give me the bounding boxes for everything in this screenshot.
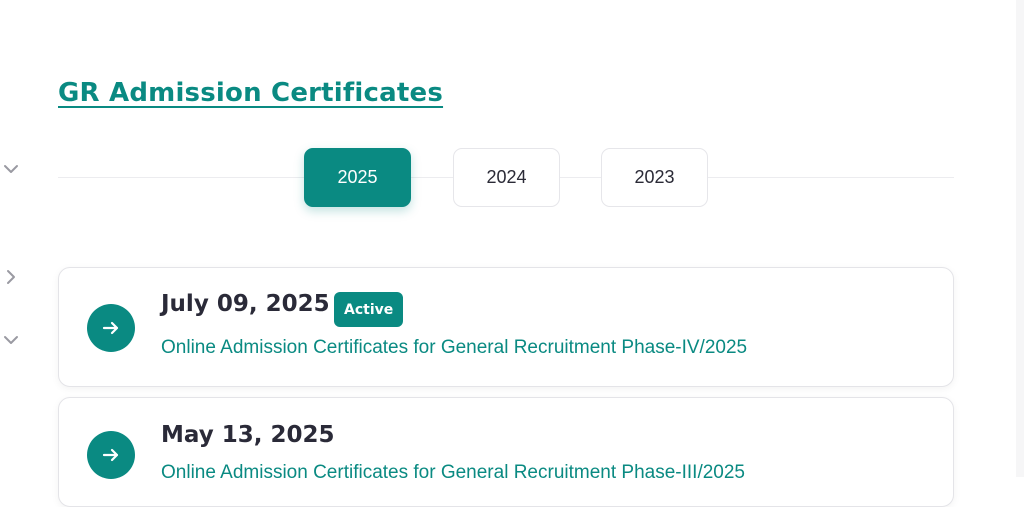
certificate-date: July 09, 2025: [161, 291, 330, 317]
certificate-date: May 13, 2025: [161, 422, 335, 448]
status-badge: Active: [334, 292, 404, 327]
tab-2025[interactable]: 2025: [304, 148, 411, 207]
chevron-right-icon[interactable]: [2, 268, 20, 286]
chevron-down-icon[interactable]: [2, 331, 20, 349]
arrow-right-icon[interactable]: [87, 431, 135, 479]
arrow-right-icon[interactable]: [87, 304, 135, 352]
page-title[interactable]: GR Admission Certificates: [58, 78, 443, 108]
certificate-card[interactable]: May 13, 2025 Online Admission Certificat…: [58, 397, 954, 507]
tab-2024[interactable]: 2024: [453, 148, 560, 207]
tab-2023[interactable]: 2023: [601, 148, 708, 207]
chevron-down-icon[interactable]: [2, 160, 20, 178]
certificate-card[interactable]: July 09, 2025 Active Online Admission Ce…: [58, 267, 954, 387]
page-scrollbar-track[interactable]: [1016, 0, 1024, 477]
certificate-link[interactable]: Online Admission Certificates for Genera…: [161, 462, 745, 484]
certificate-link[interactable]: Online Admission Certificates for Genera…: [161, 337, 747, 359]
